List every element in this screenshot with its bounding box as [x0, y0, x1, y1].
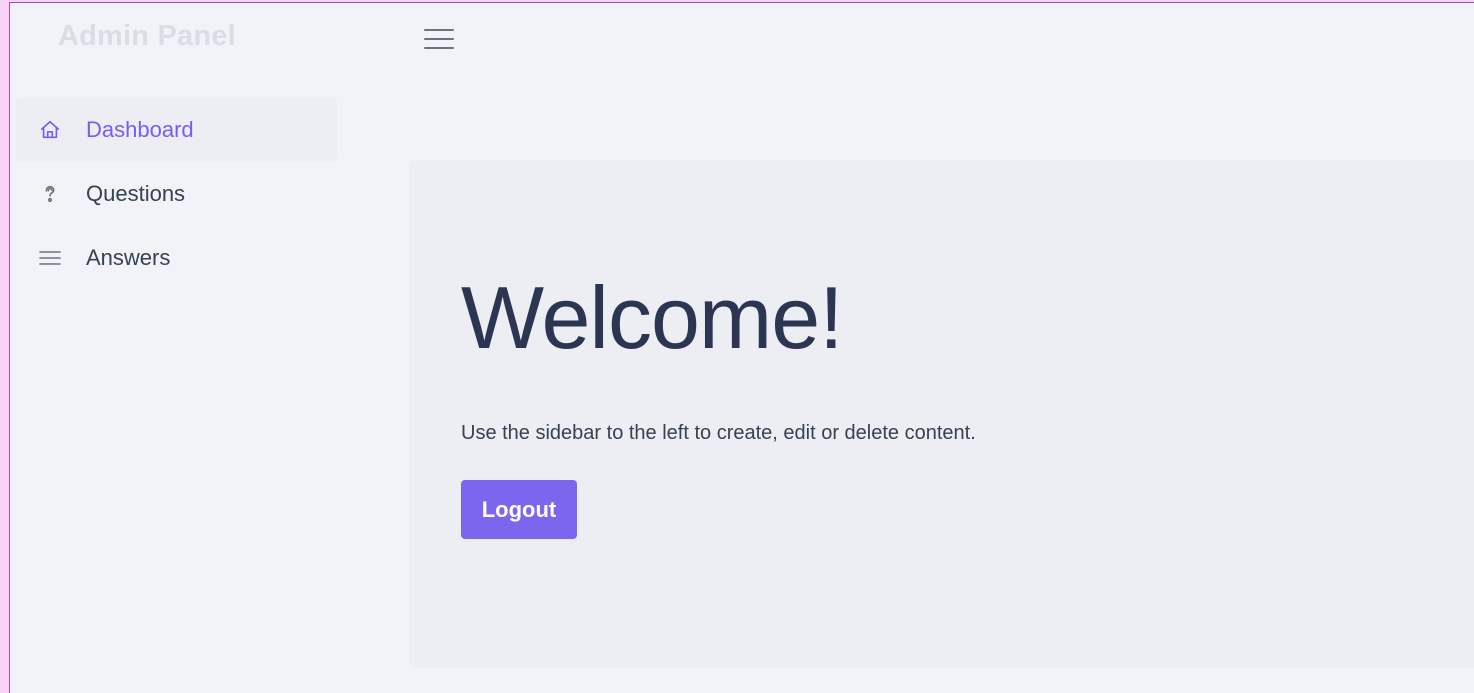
welcome-description: Use the sidebar to the left to create, e… — [461, 422, 976, 444]
home-icon — [38, 118, 62, 142]
hamburger-icon-line — [424, 29, 454, 31]
sidebar-item-dashboard[interactable]: Dashboard — [16, 98, 337, 162]
brand-title: Admin Panel — [58, 20, 236, 52]
page-title: Welcome! — [461, 268, 844, 367]
sidebar: Dashboard Questions Answers — [16, 98, 337, 290]
window-border-top — [9, 2, 1474, 3]
question-icon — [38, 182, 62, 206]
sidebar-item-answers[interactable]: Answers — [16, 226, 337, 290]
sidebar-item-questions[interactable]: Questions — [16, 162, 337, 226]
logout-button[interactable]: Logout — [461, 480, 577, 539]
window-border-left — [9, 2, 10, 693]
sidebar-item-label: Dashboard — [86, 117, 194, 142]
hamburger-icon-line — [424, 47, 454, 49]
list-icon — [38, 246, 62, 270]
welcome-card: Welcome! Use the sidebar to the left to … — [409, 160, 1474, 668]
menu-toggle-button[interactable] — [424, 25, 456, 53]
hamburger-icon-line — [424, 38, 454, 40]
sidebar-item-label: Questions — [86, 181, 186, 206]
sidebar-item-label: Answers — [86, 245, 171, 270]
